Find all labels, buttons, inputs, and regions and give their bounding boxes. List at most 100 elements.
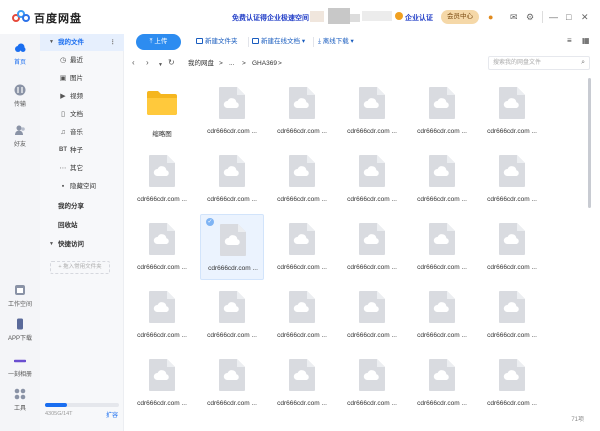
- back-icon[interactable]: ‹: [132, 58, 135, 68]
- file-item[interactable]: cdr666cdr.com ...: [340, 146, 404, 212]
- file-item[interactable]: cdr666cdr.com ...: [340, 282, 404, 348]
- cloud-file-icon: [218, 290, 246, 324]
- file-item[interactable]: cdr666cdr.com ...: [200, 350, 264, 406]
- close-icon[interactable]: ✕: [581, 12, 589, 22]
- rail-item-album[interactable]: 一刻相册: [0, 354, 40, 378]
- member-center-button[interactable]: 会员中心: [441, 10, 479, 24]
- search-input[interactable]: 搜索我的网盘文件 ⌕: [488, 56, 590, 70]
- rail-item-friends[interactable]: 好友: [0, 124, 40, 148]
- file-item[interactable]: cdr666cdr.com ...: [480, 78, 544, 144]
- refresh-icon[interactable]: ↻: [168, 58, 175, 68]
- rail-item-transfer[interactable]: 传输: [0, 84, 40, 108]
- nav-item-bt[interactable]: BT 种子: [40, 142, 124, 159]
- file-item[interactable]: cdr666cdr.com ...: [410, 214, 474, 280]
- file-item[interactable]: cdr666cdr.com ...: [130, 214, 194, 280]
- new-folder-button[interactable]: 新建文件夹: [196, 35, 238, 49]
- rail-item-workspace[interactable]: 工作空间: [0, 284, 40, 308]
- breadcrumb-current[interactable]: GHA369: [252, 59, 277, 69]
- expand-storage-link[interactable]: 扩容: [106, 410, 118, 419]
- item-count: 71项: [571, 417, 584, 423]
- offline-download-button[interactable]: ⤓ 离线下载 ▾: [318, 35, 354, 49]
- file-name: cdr666cdr.com ...: [487, 128, 537, 135]
- divider: [313, 37, 314, 47]
- new-online-doc-button[interactable]: 新建在线文档 ▾: [252, 35, 305, 49]
- file-item[interactable]: cdr666cdr.com ...: [130, 282, 194, 348]
- cloud-file-icon: [148, 154, 176, 188]
- grid-view-icon[interactable]: ▦: [582, 36, 590, 45]
- maximize-icon[interactable]: □: [566, 12, 571, 22]
- workspace-icon: [15, 285, 25, 295]
- minimize-icon[interactable]: —: [549, 12, 558, 22]
- rail-label: 好友: [13, 142, 26, 148]
- rail-item-tools[interactable]: 工具: [0, 388, 40, 412]
- file-item[interactable]: cdr666cdr.com ...: [480, 214, 544, 280]
- app-brand: 百度网盘: [34, 13, 82, 25]
- add-common-folder-dropzone[interactable]: + 拖入常用文件夹: [50, 261, 110, 274]
- file-item[interactable]: cdr666cdr.com ...: [270, 214, 334, 280]
- file-item[interactable]: cdr666cdr.com ...: [270, 350, 334, 406]
- game-icon[interactable]: ●: [488, 12, 493, 22]
- file-item[interactable]: cdr666cdr.com ...: [480, 282, 544, 348]
- file-item[interactable]: cdr666cdr.com ...: [410, 146, 474, 212]
- file-item[interactable]: cdr666cdr.com ...: [200, 78, 264, 144]
- nav-item-recent[interactable]: ◷ 最近: [40, 52, 124, 69]
- file-item[interactable]: cdr666cdr.com ...: [130, 146, 194, 212]
- file-name: cdr666cdr.com ...: [277, 400, 327, 406]
- upload-button[interactable]: ⤒ 上传: [136, 34, 181, 50]
- forward-icon[interactable]: ›: [146, 58, 149, 68]
- divider: [542, 11, 543, 23]
- cloud-file-icon: [358, 290, 386, 324]
- nav-item-docs[interactable]: ▯ 文档: [40, 106, 124, 123]
- search-icon[interactable]: ⌕: [581, 57, 585, 69]
- file-item[interactable]: cdr666cdr.com ...: [340, 350, 404, 406]
- checkbox-checked-icon[interactable]: ✓: [206, 218, 214, 226]
- rail-item-home[interactable]: 首页: [0, 42, 40, 66]
- nav-item-video[interactable]: ▶ 视频: [40, 88, 124, 105]
- file-item[interactable]: cdr666cdr.com ...: [270, 146, 334, 212]
- nav-item-hidden-space[interactable]: ▪ 隐藏空间: [40, 178, 124, 195]
- file-item[interactable]: cdr666cdr.com ...: [340, 78, 404, 144]
- nav-my-files[interactable]: ▼ 我的文件 ⋮: [40, 34, 124, 51]
- avatar[interactable]: [310, 11, 324, 22]
- file-item[interactable]: cdr666cdr.com ...: [410, 78, 474, 144]
- history-dropdown-icon[interactable]: ▼: [158, 60, 163, 70]
- file-item[interactable]: cdr666cdr.com ...: [410, 350, 474, 406]
- file-item[interactable]: cdr666cdr.com ...: [200, 146, 264, 212]
- nav-quick-access[interactable]: ▼ 快捷访问: [40, 236, 124, 253]
- enterprise-cert-link[interactable]: 企业认证: [405, 13, 433, 23]
- nav-item-other[interactable]: ⋯ 其它: [40, 160, 124, 177]
- file-name: cdr666cdr.com ...: [347, 264, 397, 271]
- storage-quota-text: 4305G/14T: [45, 411, 73, 417]
- cloud-file-icon: [218, 86, 246, 120]
- promo-link[interactable]: 免费认证得企业极速空间: [232, 13, 309, 23]
- file-item[interactable]: cdr666cdr.com ...: [200, 282, 264, 348]
- settings-icon[interactable]: ⚙: [526, 12, 534, 22]
- rail-item-app-download[interactable]: APP下载: [0, 318, 40, 342]
- file-item[interactable]: cdr666cdr.com ...: [270, 282, 334, 348]
- file-item[interactable]: cdr666cdr.com ...: [130, 350, 194, 406]
- folder-item[interactable]: 缩略图: [130, 78, 194, 144]
- sort-icon[interactable]: ≡: [567, 36, 572, 45]
- path-bar: ‹ › ▼ ↻ 我的网盘 > ... > GHA369 > 搜索我的网盘文件 ⌕: [124, 56, 600, 72]
- nav-item-music[interactable]: ♫ 音乐: [40, 124, 124, 141]
- left-rail: 首页 传输 好友 工作空间 APP下载 一刻相册 工具: [0, 34, 40, 431]
- cloud-file-icon: [498, 290, 526, 324]
- more-dots-icon[interactable]: ⋮: [110, 34, 117, 51]
- file-item[interactable]: cdr666cdr.com ...: [410, 282, 474, 348]
- cloud-file-icon: [358, 86, 386, 120]
- file-item[interactable]: cdr666cdr.com ...: [340, 214, 404, 280]
- nav-recycle-bin[interactable]: 回收站: [40, 217, 124, 234]
- cloud-icon: [15, 43, 26, 52]
- file-item[interactable]: ✓ cdr666cdr.com ...: [200, 214, 264, 280]
- file-name: cdr666cdr.com ...: [487, 332, 537, 339]
- cloud-file-icon: [428, 358, 456, 392]
- scrollbar-thumb[interactable]: [588, 78, 591, 208]
- mail-icon[interactable]: ✉: [510, 12, 518, 22]
- breadcrumb-root[interactable]: 我的网盘: [188, 59, 214, 69]
- nav-my-share[interactable]: 我的分享: [40, 198, 124, 215]
- nav-item-images[interactable]: ▣ 图片: [40, 70, 124, 87]
- file-item[interactable]: cdr666cdr.com ...: [270, 78, 334, 144]
- file-item[interactable]: cdr666cdr.com ...: [480, 350, 544, 406]
- file-item[interactable]: cdr666cdr.com ...: [480, 146, 544, 212]
- breadcrumb-ellipsis[interactable]: ...: [229, 59, 234, 69]
